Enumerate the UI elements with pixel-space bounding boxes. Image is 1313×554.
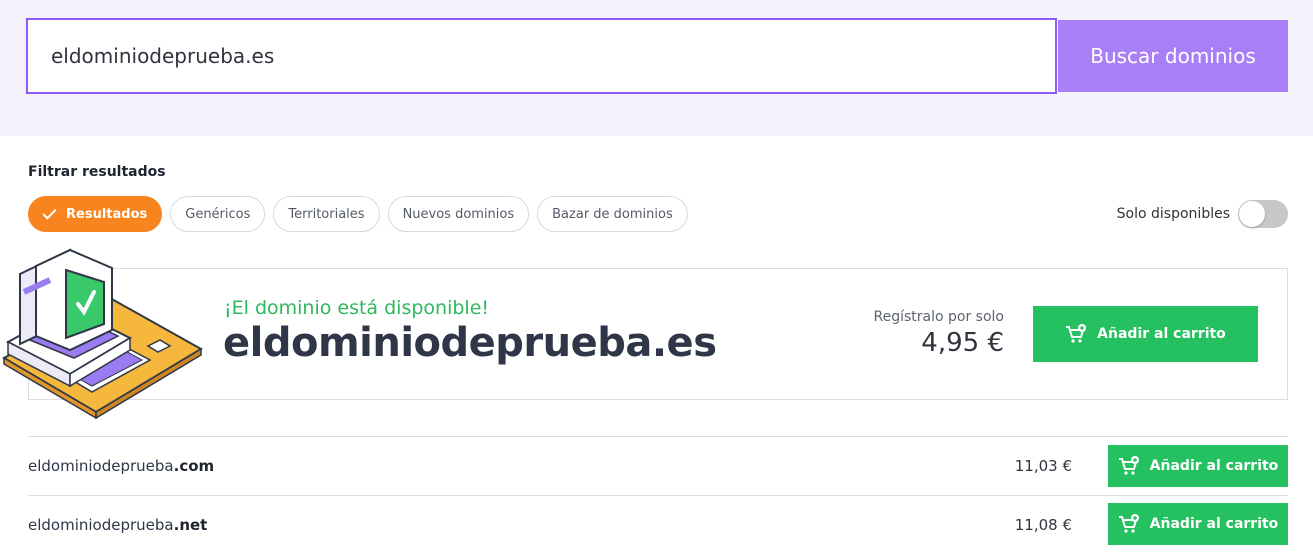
filter-chip-label: Territoriales: [288, 206, 365, 222]
domain-tld: .net: [173, 516, 208, 534]
domain-tld: .com: [173, 457, 215, 475]
result-price: 11,03 €: [1014, 457, 1072, 475]
filter-chip-label: Nuevos dominios: [402, 206, 515, 222]
add-to-cart-button-com[interactable]: Añadir al carrito: [1108, 445, 1288, 487]
add-to-cart-icon: [1118, 456, 1139, 475]
cart-button-label: Añadir al carrito: [1149, 458, 1279, 474]
search-domains-button[interactable]: Buscar dominios: [1058, 20, 1288, 92]
result-row: eldominiodeprueba.net 11,08 €: [28, 495, 1288, 554]
filter-chip-nuevos-dominios[interactable]: Nuevos dominios: [387, 196, 530, 232]
filter-chip-resultados[interactable]: Resultados: [28, 196, 163, 232]
cart-button-label: Añadir al carrito: [1097, 326, 1226, 342]
filter-chip-bazar-de-dominios[interactable]: Bazar de dominios: [537, 196, 688, 232]
register-label: Regístralo por solo: [873, 309, 1004, 325]
filter-chip-label: Bazar de dominios: [552, 206, 673, 222]
filter-chip-territoriales[interactable]: Territoriales: [273, 196, 380, 232]
toggle-knob: [1239, 201, 1265, 227]
featured-domain-name: eldominiodeprueba.es: [223, 320, 717, 366]
result-row: eldominiodeprueba.com 11,03 €: [28, 436, 1288, 495]
result-domain-name: eldominiodeprueba.com: [28, 457, 214, 475]
only-available-control: Solo disponibles: [1117, 200, 1288, 228]
filter-title: Filtrar resultados: [28, 164, 166, 180]
search-band: Buscar dominios: [0, 0, 1313, 136]
add-to-cart-icon: [1066, 324, 1087, 343]
add-to-cart-button-net[interactable]: Añadir al carrito: [1108, 503, 1288, 545]
filter-chip-label: Resultados: [66, 206, 148, 222]
domain-base: eldominiodeprueba: [28, 457, 174, 475]
featured-price: 4,95 €: [921, 328, 1004, 358]
result-price: 11,08 €: [1014, 516, 1072, 534]
check-icon: [42, 204, 57, 220]
result-domain-name: eldominiodeprueba.net: [28, 516, 207, 534]
domain-search-input[interactable]: [26, 18, 1057, 94]
add-to-cart-icon: [1118, 514, 1139, 533]
availability-message: ¡El dominio está disponible!: [224, 297, 490, 319]
cart-button-label: Añadir al carrito: [1149, 516, 1279, 532]
only-available-label: Solo disponibles: [1116, 206, 1230, 222]
computer-illustration: [1, 248, 203, 420]
featured-add-to-cart-button[interactable]: Añadir al carrito: [1033, 306, 1258, 362]
domain-base: eldominiodeprueba: [28, 516, 174, 534]
filter-chips: Resultados Genéricos Territoriales Nuevo…: [28, 196, 688, 232]
filter-chip-genericos[interactable]: Genéricos: [170, 196, 266, 232]
only-available-toggle[interactable]: [1238, 200, 1288, 228]
filter-chip-label: Genéricos: [185, 206, 251, 222]
